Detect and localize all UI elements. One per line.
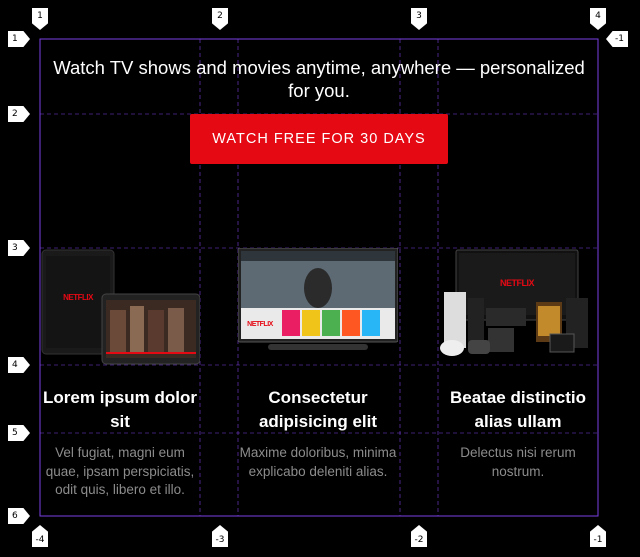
grid-marker-row-1: 1 [8, 31, 30, 47]
watch-free-button[interactable]: WATCH FREE FOR 30 DAYS [190, 114, 448, 164]
feature-column-3: NETFLIX Beatae distinctio alias ullam De… [438, 248, 598, 479]
netflix-logo-tv: NETFLIX [247, 321, 273, 328]
feature-column-2: NETFLIX Consectetur adipisicing elit Max… [237, 247, 399, 479]
grid-marker-row-2: 2 [8, 106, 30, 122]
feature-text-2: Maxime doloribus, minima explicabo delen… [239, 445, 397, 479]
netflix-logo-consoles: NETFLIX [500, 278, 534, 288]
feature-column-1: NETFLIX Lorem ipsum dolor sit Vel fugiat… [40, 248, 201, 497]
grid-marker-row-4: 4 [8, 357, 30, 373]
grid-marker-row-6: 6 [8, 508, 30, 524]
smart-tv-image: NETFLIX [237, 247, 399, 366]
grid-marker-col-neg-4: -4 [32, 525, 48, 547]
feature-title-2: Consectetur adipisicing elit [258, 388, 378, 431]
feature-title-3: Beatae distinctio alias ullam [449, 388, 587, 431]
feature-text-1: Vel fugiat, magni eum quae, ipsam perspi… [45, 445, 195, 497]
feature-text-3: Delectus nisi rerum nostrum. [460, 445, 576, 479]
grid-marker-col-3: 3 [411, 8, 427, 30]
netflix-logo-tablet: NETFLIX [63, 293, 94, 302]
hero-title: Watch TV shows and movies anytime, anywh… [53, 57, 585, 101]
feature-title-1: Lorem ipsum dolor sit [43, 388, 197, 431]
consoles-image: NETFLIX [438, 248, 598, 366]
grid-marker-col-neg-1: -1 [590, 525, 606, 547]
grid-marker-col-2: 2 [212, 8, 228, 30]
grid-marker-col-neg-3: -3 [212, 525, 228, 547]
grid-marker-col-4: 4 [590, 8, 606, 30]
grid-marker-row-5: 5 [8, 425, 30, 441]
grid-marker-col-1: 1 [32, 8, 48, 30]
tablet-phone-image: NETFLIX [40, 248, 201, 366]
grid-marker-col-neg-2: -2 [411, 525, 427, 547]
grid-marker-row-3: 3 [8, 240, 30, 256]
grid-marker-row-neg-1: -1 [606, 31, 628, 47]
